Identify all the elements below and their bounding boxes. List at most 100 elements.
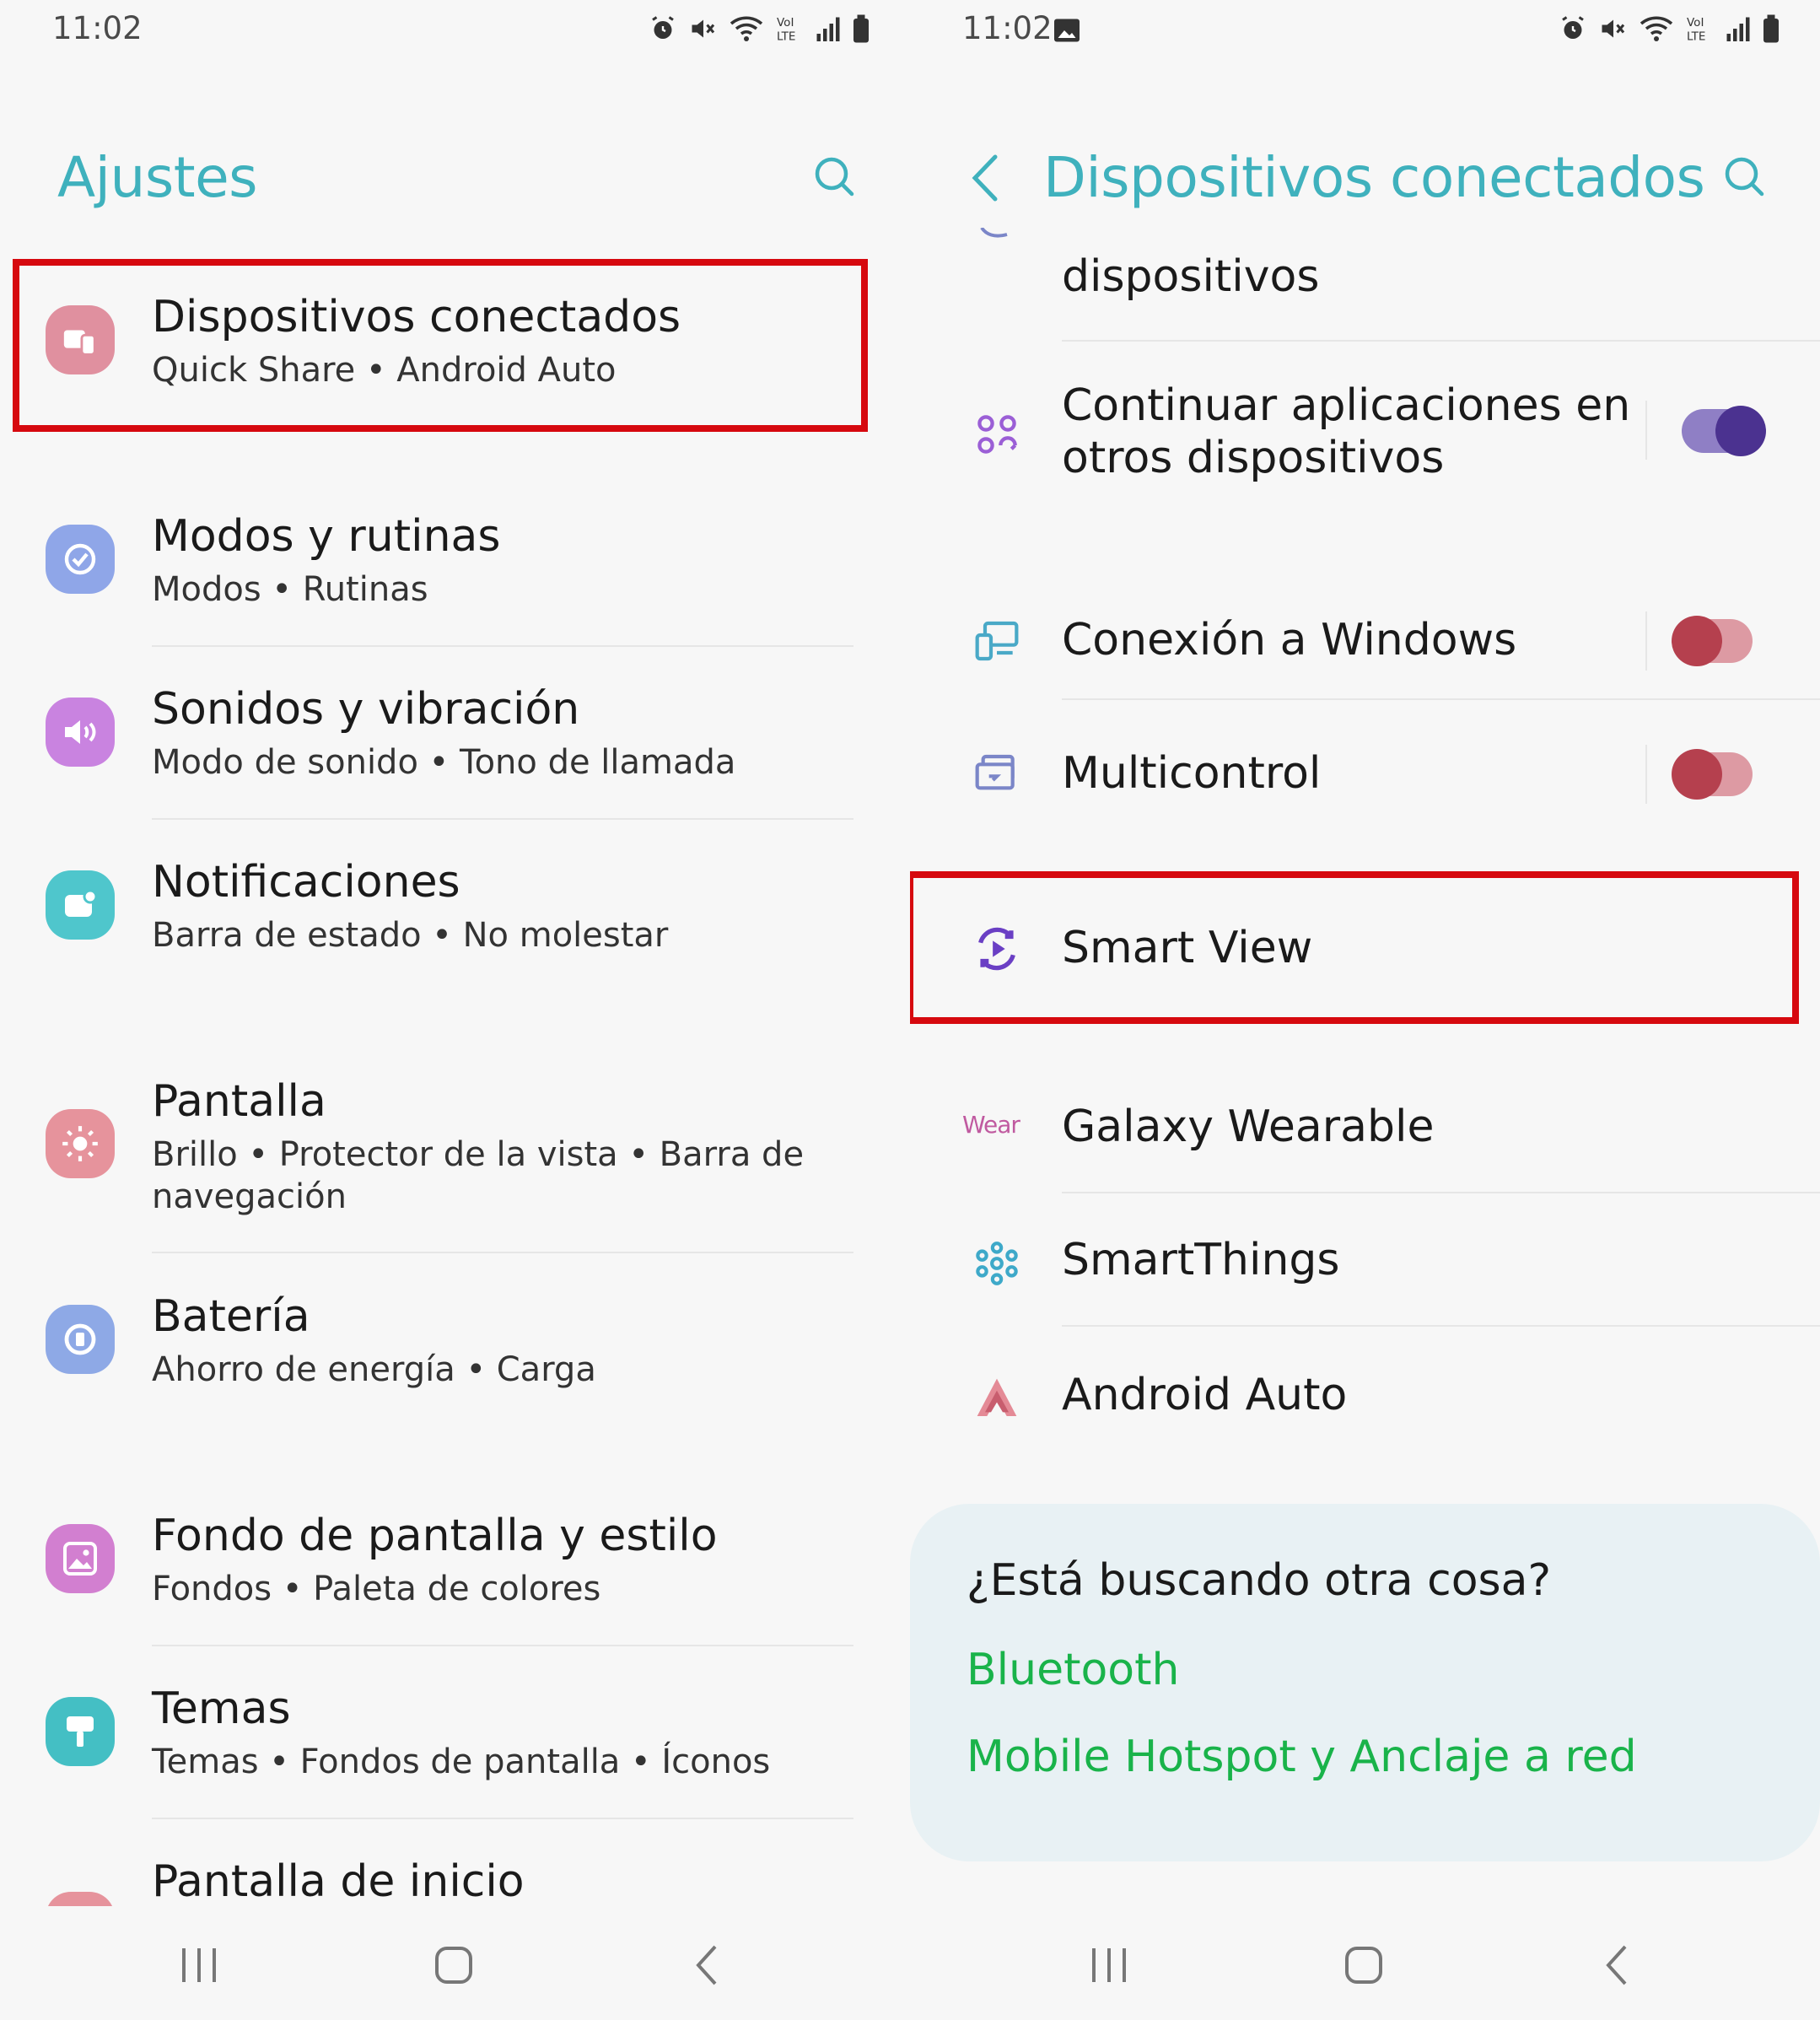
wallpaper-icon	[46, 1524, 115, 1593]
settings-item-home-screen[interactable]: Pantalla de inicio	[0, 1843, 910, 1906]
item-subtitle: Modo de sonido • Tono de llamada	[152, 743, 736, 782]
settings-item-wallpaper[interactable]: Fondo de pantalla y estilo Fondos • Pale…	[0, 1497, 910, 1649]
list-item-partial[interactable]: dispositivos	[910, 228, 1820, 337]
mute-icon	[1602, 19, 1625, 38]
settings-item-display[interactable]: Pantalla Brillo • Protector de la vista …	[0, 1063, 910, 1248]
multicontrol-toggle[interactable]	[1672, 749, 1753, 800]
list-item-multicontrol[interactable]: Multicontrol	[910, 715, 1820, 833]
battery-settings-icon	[46, 1305, 115, 1374]
signal-icon	[816, 17, 840, 41]
divider	[152, 1818, 853, 1819]
list-item-galaxy-wearable[interactable]: Wear Galaxy Wearable	[910, 1067, 1820, 1193]
item-title: Galaxy Wearable	[1062, 1102, 1435, 1152]
alarm-icon	[1562, 16, 1584, 39]
item-title: SmartThings	[1062, 1235, 1340, 1285]
wifi-icon	[1640, 16, 1673, 41]
divider	[152, 1645, 853, 1646]
item-title: Pantalla	[152, 1076, 326, 1127]
item-subtitle: Fondos • Paleta de colores	[152, 1570, 601, 1608]
notifications-icon	[46, 870, 115, 940]
list-item-smartthings[interactable]: SmartThings	[910, 1202, 1820, 1328]
wear-logo-icon: Wear	[962, 1111, 1020, 1139]
item-title: Temas	[152, 1683, 291, 1734]
settings-item-notifications[interactable]: Notificaciones Barra de estado • No mole…	[0, 843, 910, 1012]
status-icons: VoI LTE	[1558, 12, 1780, 46]
themes-brush-icon	[46, 1697, 115, 1766]
volte-icon: VoILTE	[1687, 16, 1705, 44]
item-title: Fondo de pantalla y estilo	[152, 1511, 718, 1561]
android-auto-icon	[969, 1371, 1025, 1426]
divider	[152, 818, 853, 820]
divider	[152, 1252, 853, 1253]
divider	[1062, 1325, 1820, 1327]
item-title: dispositivos	[1062, 251, 1320, 302]
display-brightness-icon	[46, 1109, 115, 1178]
home-button[interactable]	[1330, 1931, 1397, 1999]
status-time: 11:02	[52, 10, 143, 46]
settings-item-sounds[interactable]: Sonidos y vibración Modo de sonido • Ton…	[0, 671, 910, 822]
back-button[interactable]	[675, 1931, 742, 1999]
volte-icon: VoILTE	[777, 16, 795, 44]
item-subtitle: Modos • Rutinas	[152, 570, 428, 609]
home-button[interactable]	[420, 1931, 487, 1999]
divider	[1645, 611, 1647, 671]
settings-item-modes-routines[interactable]: Modos y rutinas Modos • Rutinas	[0, 498, 910, 649]
mobile-hotspot-link[interactable]: Mobile Hotspot y Anclaje a red	[967, 1732, 1637, 1782]
svg-text:VoI: VoI	[777, 16, 794, 30]
svg-text:LTE: LTE	[1687, 30, 1705, 44]
highlight-box	[910, 871, 1799, 1024]
continue-apps-toggle[interactable]	[1682, 406, 1766, 456]
multicontrol-icon	[969, 746, 1025, 802]
back-arrow-icon[interactable]	[965, 150, 1007, 206]
item-subtitle: Temas • Fondos de pantalla • Íconos	[152, 1743, 771, 1781]
suggestions-card: ¿Está buscando otra cosa? Bluetooth Mobi…	[910, 1504, 1820, 1861]
svg-text:VoI: VoI	[1687, 16, 1704, 30]
search-icon[interactable]	[810, 152, 860, 202]
list-item-continue-apps[interactable]: Continuar aplicaciones en otros disposit…	[910, 354, 1820, 506]
divider	[1062, 698, 1820, 700]
item-title: Continuar aplicaciones en otros disposit…	[1062, 380, 1631, 483]
alarm-icon	[652, 16, 674, 39]
back-button[interactable]	[1585, 1931, 1652, 1999]
settings-item-themes[interactable]: Temas Temas • Fondos de pantalla • Ícono…	[0, 1670, 910, 1822]
gallery-notification-icon	[1054, 19, 1080, 42]
link-to-windows-toggle[interactable]	[1672, 616, 1753, 666]
suggestions-title: ¿Está buscando otra cosa?	[967, 1555, 1552, 1606]
mute-icon	[692, 19, 715, 38]
item-title: Pantalla de inicio	[152, 1856, 525, 1906]
bluetooth-link[interactable]: Bluetooth	[967, 1645, 1179, 1695]
page-title: Dispositivos conectados	[1043, 145, 1705, 210]
link-devices-icon	[980, 228, 1008, 238]
item-title: Android Auto	[1062, 1370, 1348, 1420]
divider	[1645, 745, 1647, 804]
item-title: Multicontrol	[1062, 748, 1322, 799]
wifi-icon	[730, 16, 763, 41]
item-subtitle: Brillo • Protector de la vista • Barra d…	[152, 1135, 805, 1216]
svg-text:LTE: LTE	[777, 30, 795, 44]
item-subtitle: Ahorro de energía • Carga	[152, 1350, 596, 1389]
status-icons: VoI LTE	[648, 12, 870, 46]
search-icon[interactable]	[1720, 152, 1770, 202]
divider	[152, 645, 853, 647]
settings-list: dispositivos Continuar aplicaciones en o…	[910, 228, 1820, 1493]
battery-icon	[853, 14, 869, 43]
continue-apps-icon	[969, 407, 1025, 462]
item-title: Sonidos y vibración	[152, 684, 580, 735]
list-item-android-auto[interactable]: Android Auto	[910, 1337, 1820, 1463]
divider	[1645, 401, 1647, 460]
recent-apps-button[interactable]	[1075, 1931, 1143, 1999]
divider	[1062, 1192, 1820, 1193]
smartthings-icon	[969, 1236, 1025, 1291]
recent-apps-button[interactable]	[165, 1931, 233, 1999]
modes-routines-icon	[46, 525, 115, 594]
settings-item-battery[interactable]: Batería Ahorro de energía • Carga	[0, 1278, 910, 1446]
item-subtitle: Barra de estado • No molestar	[152, 916, 669, 955]
list-item-link-to-windows[interactable]: Conexión a Windows	[910, 582, 1820, 700]
page-title: Ajustes	[57, 145, 258, 210]
highlight-box	[13, 259, 868, 432]
item-title: Conexión a Windows	[1062, 615, 1517, 665]
item-title: Modos y rutinas	[152, 511, 501, 562]
settings-screen: 11:02 VoI LTE Ajustes Dispositivos conect…	[0, 0, 910, 2020]
divider	[1062, 340, 1820, 342]
link-to-windows-icon	[969, 613, 1025, 669]
